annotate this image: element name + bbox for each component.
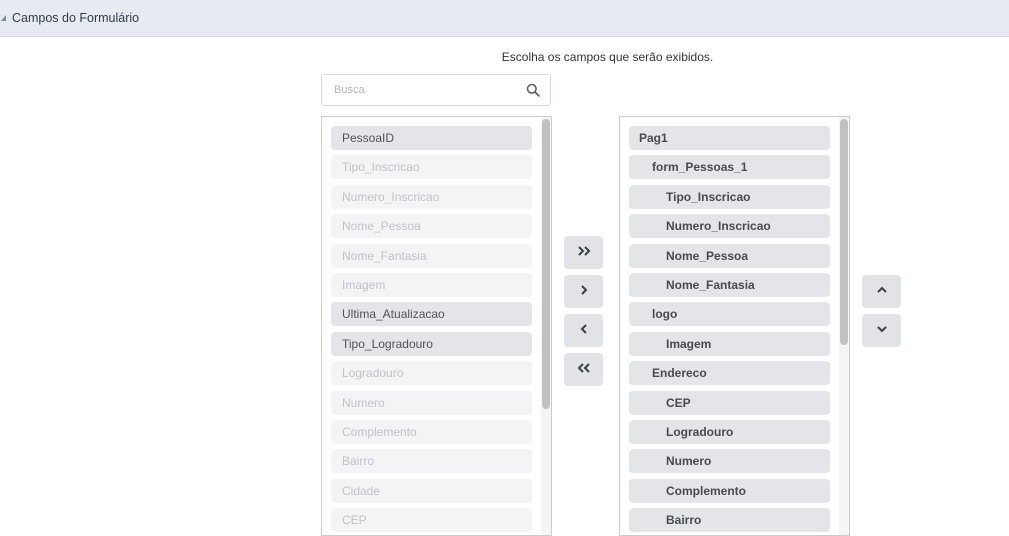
available-field-item[interactable]: Ultima_Atualizacao — [331, 302, 532, 327]
available-field-item[interactable]: Numero — [331, 390, 532, 415]
double-chevron-right-icon — [577, 246, 590, 256]
selected-field-item[interactable]: Tipo_Inscricao — [629, 184, 830, 209]
search-icon[interactable] — [526, 83, 540, 97]
move-all-left-button[interactable] — [564, 353, 603, 386]
selected-field-item[interactable]: Numero — [629, 449, 830, 474]
available-fields-scroll-thumb[interactable] — [542, 119, 550, 409]
section-title: Campos do Formulário — [12, 11, 140, 25]
selected-field-item[interactable]: logo — [629, 302, 830, 327]
move-right-button[interactable] — [564, 275, 603, 308]
chevron-left-icon — [580, 324, 587, 334]
available-fields-list[interactable]: PessoaID Tipo_Inscricao Numero_Inscricao No… — [321, 116, 552, 536]
double-chevron-left-icon — [577, 363, 590, 373]
selected-field-item[interactable]: Pag1 — [629, 126, 830, 150]
instruction-text: Escolha os campos que serão exibidos. — [501, 50, 714, 64]
move-down-button[interactable] — [862, 314, 901, 347]
available-field-item[interactable]: Imagem — [331, 273, 532, 297]
selected-fields-scrollbar[interactable] — [839, 117, 849, 535]
selected-field-item[interactable]: Nome_Pessoa — [629, 243, 830, 268]
chevron-right-icon — [580, 285, 587, 295]
selected-field-item[interactable]: Logradouro — [629, 420, 830, 444]
search-input[interactable] — [322, 75, 530, 105]
available-field-item[interactable]: Tipo_Inscricao — [331, 155, 532, 180]
selected-field-item[interactable]: Complemento — [629, 478, 830, 503]
selected-field-item[interactable]: Nome_Fantasia — [629, 273, 830, 297]
available-field-item[interactable]: Nome_Pessoa — [331, 214, 532, 239]
selected-field-item[interactable]: Numero_Inscricao — [629, 214, 830, 239]
available-fields-scrollbar[interactable] — [541, 117, 551, 535]
selected-field-item[interactable]: Endereco — [629, 361, 830, 386]
chevron-down-icon — [876, 326, 887, 333]
move-left-button[interactable] — [564, 314, 603, 347]
selected-fields-scroll-thumb[interactable] — [840, 119, 848, 345]
available-field-item[interactable]: Cidade — [331, 478, 532, 503]
selected-field-item[interactable]: CEP — [629, 390, 830, 415]
available-field-item[interactable]: Tipo_Logradouro — [331, 331, 532, 356]
available-field-item[interactable]: CEP — [331, 508, 532, 533]
section-header[interactable]: Campos do Formulário — [0, 0, 1009, 37]
available-field-item[interactable]: PessoaID — [331, 126, 532, 150]
available-field-item[interactable]: Nome_Fantasia — [331, 243, 532, 268]
selected-field-item[interactable]: form_Pessoas_1 — [629, 155, 830, 180]
available-field-item[interactable]: Complemento — [331, 420, 532, 444]
selected-field-item[interactable]: Imagem — [629, 331, 830, 356]
available-field-item[interactable]: Numero_Inscricao — [331, 184, 532, 209]
available-field-item[interactable]: Bairro — [331, 449, 532, 474]
move-all-right-button[interactable] — [564, 236, 603, 269]
chevron-up-icon — [876, 286, 887, 293]
selected-field-item[interactable]: Bairro — [629, 508, 830, 533]
selected-fields-list[interactable]: Pag1 form_Pessoas_1 Tipo_Inscricao Numero_I… — [619, 116, 850, 536]
collapse-triangle-icon[interactable] — [1, 15, 6, 21]
available-field-item[interactable]: Logradouro — [331, 361, 532, 386]
move-up-button[interactable] — [862, 275, 901, 308]
search-box — [321, 74, 551, 106]
